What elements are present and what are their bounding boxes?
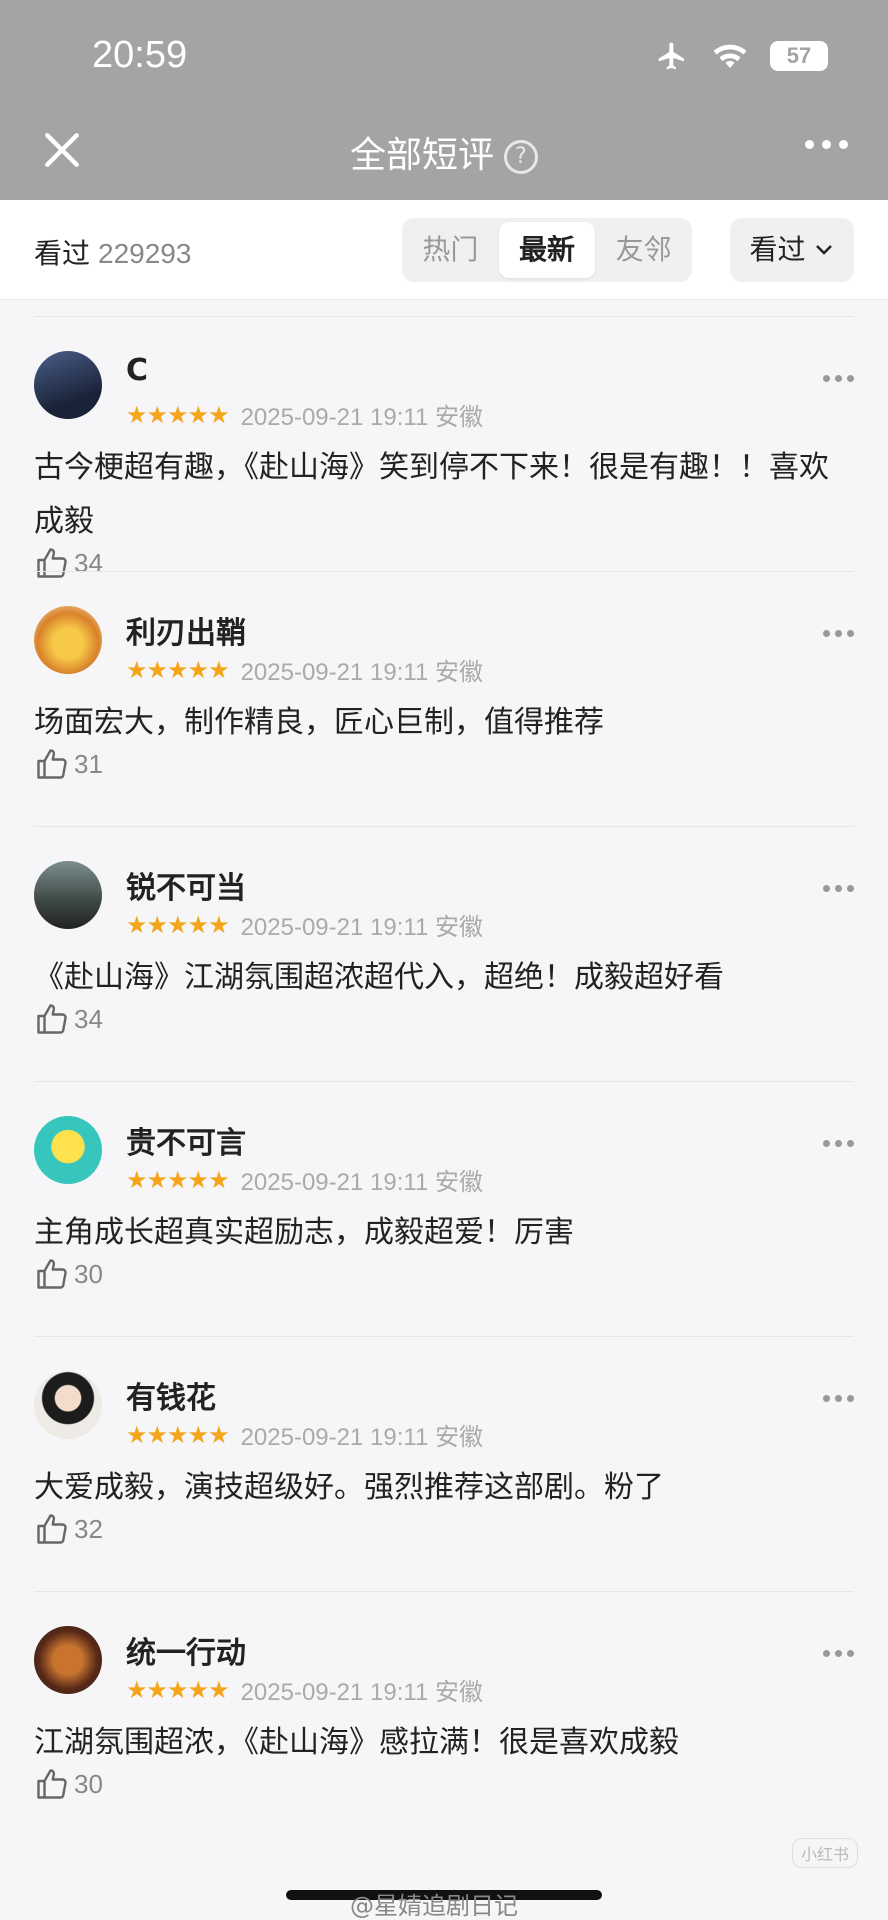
thumbs-up-icon [37,1004,67,1034]
like-count: 30 [74,1258,103,1289]
page-title-text: 全部短评 [349,135,494,176]
review-date: 2025-09-21 19:11 安徽 [240,1169,483,1196]
review-list: C ★★★★★ 2025-09-21 19:11 安徽 古今梗超有趣，《赴山海》… [0,316,888,1846]
like-count: 32 [74,1513,103,1544]
rating-stars: ★★★★★ [126,1165,230,1194]
avatar[interactable] [34,1371,102,1439]
review-item: 利刃出鞘 ★★★★★ 2025-09-21 19:11 安徽 场面宏大，制作精良… [34,571,854,826]
thumbs-up-icon [37,749,67,779]
like-button[interactable]: 32 [34,1511,103,1547]
avatar[interactable] [34,351,102,419]
rating-stars: ★★★★★ [126,910,230,939]
like-button[interactable]: 31 [34,746,103,782]
review-more-icon[interactable] [823,885,854,892]
review-meta: ★★★★★ 2025-09-21 19:11 安徽 [126,1672,483,1707]
like-button[interactable]: 30 [34,1766,103,1802]
avatar[interactable] [34,1626,102,1694]
watermark: @星婧追剧日记 [350,1892,518,1920]
avatar[interactable] [34,1116,102,1184]
rating-stars: ★★★★★ [126,1420,230,1449]
review-date: 2025-09-21 19:11 安徽 [240,659,483,686]
username[interactable]: 有钱花 [126,1373,216,1417]
review-date: 2025-09-21 19:11 安徽 [240,404,483,431]
like-button[interactable]: 34 [34,1001,103,1037]
username[interactable]: 锐不可当 [126,863,246,907]
seen-filter-label: 看过 [749,233,806,266]
review-item: 贵不可言 ★★★★★ 2025-09-21 19:11 安徽 主角成长超真实超励… [34,1081,854,1336]
seen-filter-dropdown[interactable]: 看过 [730,218,854,282]
review-more-icon[interactable] [823,1650,854,1657]
review-content: 大爱成毅，演技超级好。强烈推荐这部剧。粉了 [34,1470,664,1505]
seen-count: 229293 [98,238,192,269]
review-meta: ★★★★★ 2025-09-21 19:11 安徽 [126,397,483,432]
tab-friends[interactable]: 友邻 [595,218,692,282]
review-meta: ★★★★★ 2025-09-21 19:11 安徽 [126,1162,483,1197]
like-count: 30 [74,1768,103,1799]
seen-label: 看过 [34,237,91,270]
thumbs-up-icon [37,1259,67,1289]
rating-stars: ★★★★★ [126,1675,230,1704]
help-icon[interactable]: ? [504,140,538,174]
review-item: 统一行动 ★★★★★ 2025-09-21 19:11 安徽 江湖氛围超浓，《赴… [34,1591,854,1846]
corner-tag: 小红书 [791,1838,858,1868]
review-meta: ★★★★★ 2025-09-21 19:11 安徽 [126,1417,483,1452]
thumbs-up-icon [37,1769,67,1799]
username[interactable]: 贵不可言 [126,1118,246,1162]
status-icons: 57 [654,40,828,72]
sort-segmented-control: 热门 最新 友邻 [402,218,692,282]
like-count: 34 [74,1003,103,1034]
like-button[interactable]: 30 [34,1256,103,1292]
review-more-icon[interactable] [823,630,854,637]
username[interactable]: C [126,353,148,388]
filter-bar: 看过 229293 热门 最新 友邻 看过 [0,200,888,300]
wifi-icon [713,44,747,68]
top-bar: 20:59 57 全部短评? [0,0,888,200]
review-content: 场面宏大，制作精良，匠心巨制，值得推荐 [34,705,604,740]
tab-latest[interactable]: 最新 [498,222,596,278]
rating-stars: ★★★★★ [126,655,230,684]
more-options-icon[interactable] [805,140,848,149]
battery-indicator: 57 [770,41,828,71]
username[interactable]: 利刃出鞘 [126,608,246,652]
tab-hot[interactable]: 热门 [402,218,499,282]
status-time: 20:59 [92,34,188,76]
username[interactable]: 统一行动 [126,1628,246,1672]
thumbs-up-icon [37,1514,67,1544]
avatar[interactable] [34,606,102,674]
page-title: 全部短评? [0,126,888,178]
review-content: 江湖氛围超浓，《赴山海》感拉满！很是喜欢成毅 [34,1725,679,1760]
review-content: 《赴山海》江湖氛围超浓超代入，超绝！成毅超好看 [34,960,724,995]
review-date: 2025-09-21 19:11 安徽 [240,1424,483,1451]
review-date: 2025-09-21 19:11 安徽 [240,914,483,941]
review-item: 有钱花 ★★★★★ 2025-09-21 19:11 安徽 大爱成毅，演技超级好… [34,1336,854,1591]
airplane-icon [658,42,684,70]
review-item: 锐不可当 ★★★★★ 2025-09-21 19:11 安徽 《赴山海》江湖氛围… [34,826,854,1081]
review-more-icon[interactable] [823,375,854,382]
review-more-icon[interactable] [823,1140,854,1147]
avatar[interactable] [34,861,102,929]
chevron-down-icon [816,245,833,255]
review-content: 古今梗超有趣，《赴山海》笑到停不下来！很是有趣！！喜欢成毅 [34,450,829,539]
review-more-icon[interactable] [823,1395,854,1402]
review-content: 主角成长超真实超励志，成毅超爱！厉害 [34,1215,574,1250]
review-meta: ★★★★★ 2025-09-21 19:11 安徽 [126,652,483,687]
review-meta: ★★★★★ 2025-09-21 19:11 安徽 [126,907,483,942]
review-date: 2025-09-21 19:11 安徽 [240,1679,483,1706]
review-item: C ★★★★★ 2025-09-21 19:11 安徽 古今梗超有趣，《赴山海》… [34,316,854,578]
like-count: 31 [74,748,103,779]
seen-summary: 看过 229293 [34,232,191,272]
rating-stars: ★★★★★ [126,400,230,429]
